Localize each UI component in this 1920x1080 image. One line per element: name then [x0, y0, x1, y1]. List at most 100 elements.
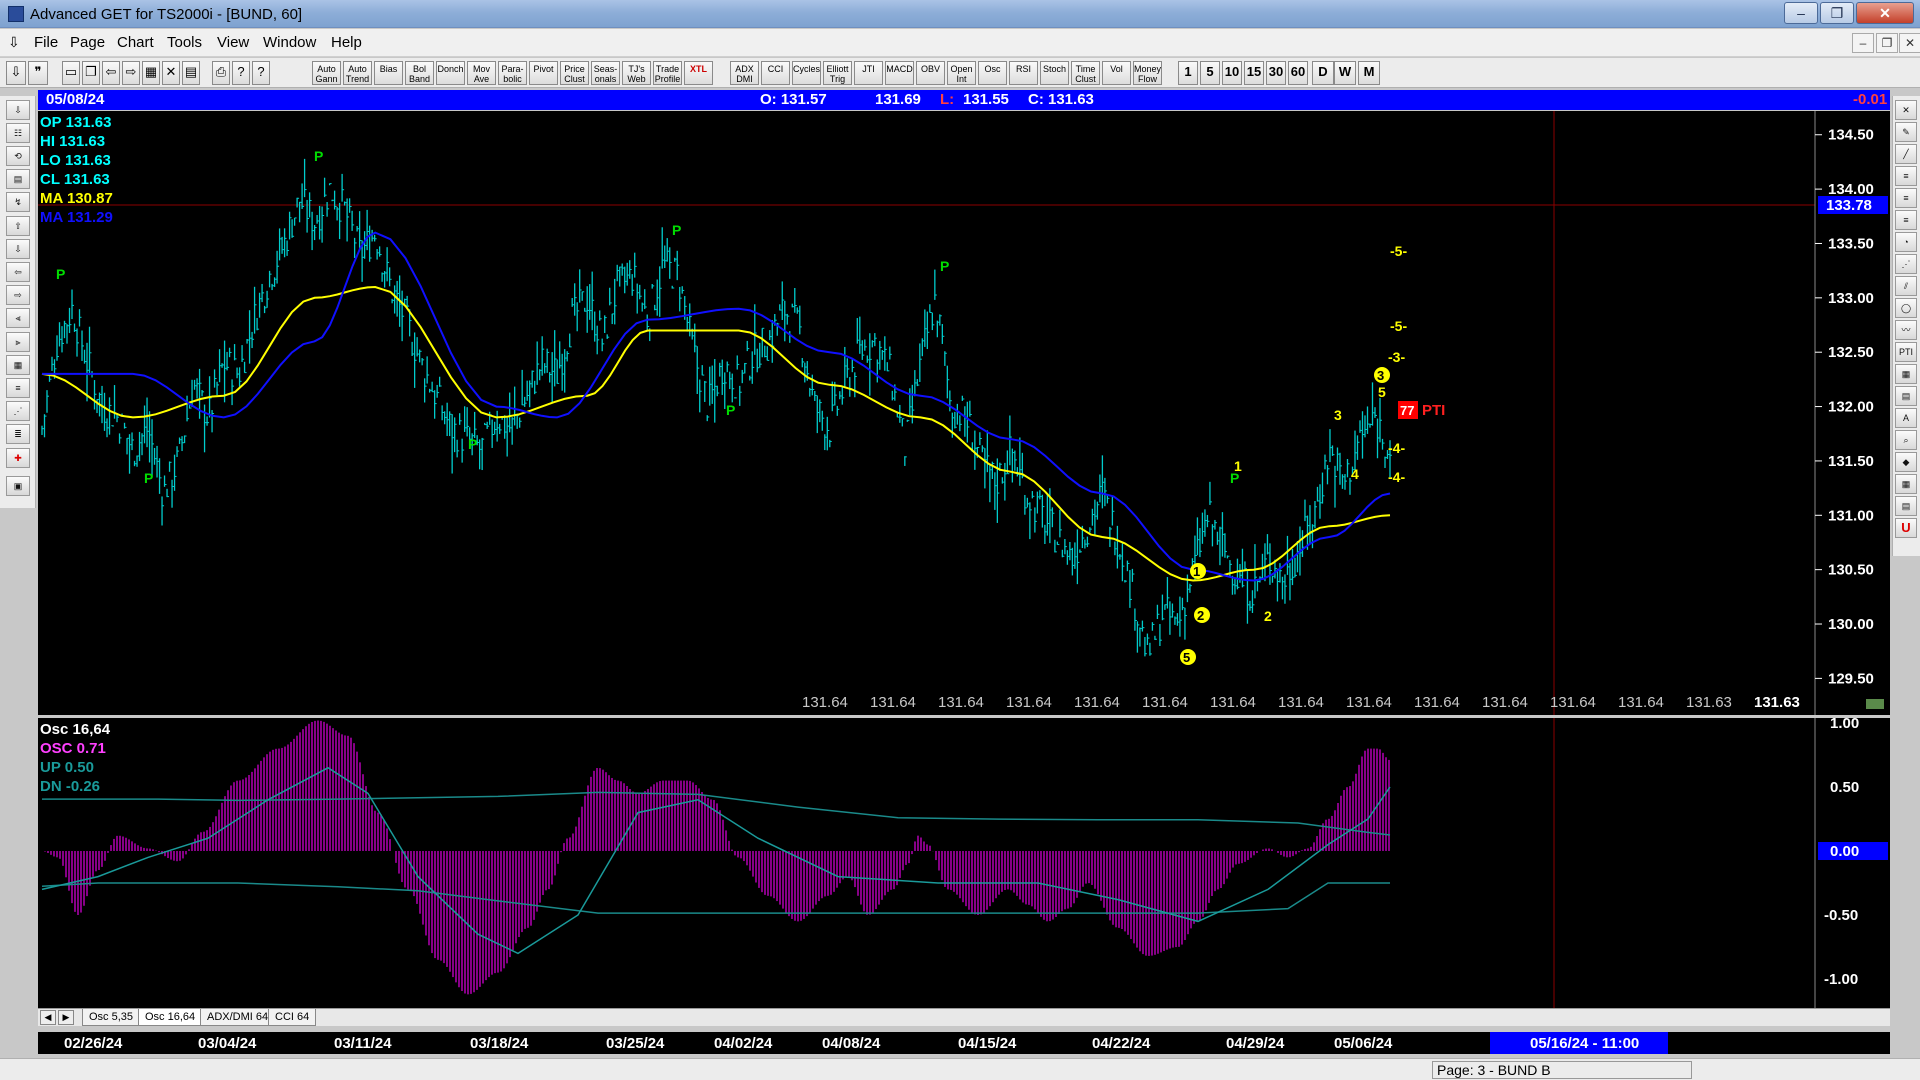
price-chart[interactable]: 134.50 134.00 133.50 133.00 132.50 132.00 131.… [38, 111, 1890, 715]
study-button[interactable]: MACD [885, 61, 914, 85]
mdi-close-button[interactable]: ✕ [1899, 33, 1920, 53]
study-button[interactable]: Open Int [947, 61, 976, 85]
fan-icon[interactable]: ⋰ [1895, 254, 1917, 274]
menu-help[interactable]: Help [331, 34, 362, 51]
tab-osc-5-35[interactable]: Osc 5,35 [82, 1009, 141, 1026]
text-icon[interactable]: A [1895, 408, 1917, 428]
fib-ext-icon[interactable]: ≡ [1895, 188, 1917, 208]
study-button[interactable]: Pivot [529, 61, 558, 85]
oscillator-panel[interactable]: 1.00 0.50 0.00 -0.50 -1.00 Osc 16,64 OSC 0.7… [38, 715, 1890, 1008]
quote-icon[interactable]: ❞ [28, 61, 48, 85]
elliott-icon[interactable]: ↯ [6, 192, 30, 212]
tab-next-icon[interactable]: ▶ [58, 1010, 74, 1025]
print-icon[interactable]: ⎙ [212, 61, 230, 85]
fib-time-icon[interactable]: ≡ [1895, 210, 1917, 230]
calendar-icon[interactable]: ▦ [1895, 474, 1917, 494]
tab-osc-16-64[interactable]: Osc 16,64 [138, 1009, 203, 1026]
magnet-icon[interactable]: U [1895, 518, 1917, 538]
study-button[interactable]: CCI [761, 61, 790, 85]
study-button[interactable]: Auto Trend [343, 61, 372, 85]
timeframe-button[interactable]: D [1312, 61, 1334, 85]
circle-icon[interactable]: ◔ [1895, 232, 1917, 252]
page-icon[interactable]: ⇩ [6, 100, 30, 120]
forward-icon[interactable]: ⇨ [122, 61, 140, 85]
new-page-icon[interactable]: ▭ [62, 61, 80, 85]
tile-icon[interactable]: ▦ [142, 61, 160, 85]
lines-icon[interactable]: ≡ [6, 378, 30, 398]
study-button[interactable]: Time Clust [1071, 61, 1100, 85]
compress-icon[interactable]: ⫷ [6, 308, 30, 328]
menu-tools[interactable]: Tools [167, 34, 202, 51]
study-button[interactable]: Elliott Trig [823, 61, 852, 85]
close-button[interactable]: ✕ [1856, 2, 1914, 24]
study-button[interactable]: Money Flow [1133, 61, 1162, 85]
ellipse-icon[interactable]: ◯ [1895, 298, 1917, 318]
study-button[interactable]: Cycles [792, 61, 821, 85]
study-button[interactable]: Trade Profile [653, 61, 682, 85]
timeframe-button[interactable]: 60 [1288, 61, 1308, 85]
delete-icon[interactable]: ✕ [162, 61, 180, 85]
study-button[interactable]: Bias [374, 61, 403, 85]
gann-icon[interactable]: ☷ [6, 123, 30, 143]
menu-file[interactable]: File [34, 34, 58, 51]
close-tool-icon[interactable]: ✕ [1895, 100, 1917, 120]
maximize-button[interactable]: ❐ [1820, 2, 1854, 24]
line-tool-icon[interactable]: ╱ [1895, 144, 1917, 164]
paint-icon[interactable]: ◆ [1895, 452, 1917, 472]
study-button[interactable]: Mov Ave [467, 61, 496, 85]
mdi-minimize-button[interactable]: – [1852, 33, 1874, 53]
timeframe-button[interactable]: 30 [1266, 61, 1286, 85]
study-button[interactable]: Donch [436, 61, 465, 85]
left-arrow-icon[interactable]: ⇦ [6, 262, 30, 282]
tab-cci-64[interactable]: CCI 64 [268, 1009, 317, 1026]
timeframe-button[interactable]: 10 [1222, 61, 1242, 85]
up-arrow-icon[interactable]: ⇧ [6, 216, 30, 236]
timeframe-button[interactable]: W [1334, 61, 1356, 85]
study-button[interactable]: TJ's Web [622, 61, 651, 85]
study-button[interactable]: XTL [684, 61, 713, 85]
regression-icon[interactable]: 〰 [1895, 320, 1917, 340]
copy-icon[interactable]: ❐ [82, 61, 100, 85]
menu-chart[interactable]: Chart [117, 34, 154, 51]
study-button[interactable]: Para-bolic [498, 61, 527, 85]
oscillator-svg[interactable]: 1.00 0.50 0.00 -0.50 -1.00 Osc 16,64 OSC 0.7… [38, 715, 1890, 1008]
menu-view[interactable]: View [217, 34, 249, 51]
gann-fan-icon[interactable]: ⋰ [6, 401, 30, 421]
down-arrow-icon[interactable]: ⇩ [6, 239, 30, 259]
study-button[interactable]: Auto Gann [312, 61, 341, 85]
mdi-restore-button[interactable]: ❐ [1876, 33, 1898, 53]
study-icon[interactable]: ▤ [6, 169, 30, 189]
study-button[interactable]: Bol Band [405, 61, 434, 85]
help-icon[interactable]: ? [232, 61, 250, 85]
reset-icon[interactable]: ⟲ [6, 146, 30, 166]
tab-adx-dmi-64[interactable]: ADX/DMI 64 [200, 1009, 276, 1026]
back-icon[interactable]: ⇦ [102, 61, 120, 85]
study-button[interactable]: RSI [1009, 61, 1038, 85]
zoom-icon[interactable]: ⌕ [1895, 430, 1917, 450]
cursor-icon[interactable]: ⇩ [6, 61, 26, 85]
study-button[interactable]: Osc [978, 61, 1007, 85]
study-button[interactable]: Price Clust [560, 61, 589, 85]
study-button[interactable]: JTI [854, 61, 883, 85]
camera-icon[interactable]: ▣ [6, 476, 30, 496]
timeframe-button[interactable]: 5 [1200, 61, 1220, 85]
grid-icon[interactable]: ▦ [6, 355, 30, 375]
price-chart-svg[interactable]: 134.50 134.00 133.50 133.00 132.50 132.00 131.… [38, 111, 1890, 715]
right-arrow-icon[interactable]: ⇨ [6, 285, 30, 305]
doc-icon[interactable]: ⇩ [8, 34, 20, 51]
expand-icon[interactable]: ⫸ [6, 332, 30, 352]
pti-icon[interactable]: PTI [1895, 342, 1917, 362]
grid-icon[interactable]: ▤ [182, 61, 200, 85]
minimize-button[interactable]: – [1784, 2, 1818, 24]
study-button[interactable]: Vol [1102, 61, 1131, 85]
grid-tool-icon[interactable]: ▦ [1895, 364, 1917, 384]
fib-icon[interactable]: ≣ [6, 424, 30, 444]
timeframe-button[interactable]: M [1358, 61, 1380, 85]
menu-window[interactable]: Window [263, 34, 316, 51]
study-button[interactable]: Stoch [1040, 61, 1069, 85]
scroll-icon[interactable] [1866, 699, 1884, 709]
study-button[interactable]: Seas-onals [591, 61, 620, 85]
pencil-icon[interactable]: ✎ [1895, 122, 1917, 142]
study-button[interactable]: OBV [916, 61, 945, 85]
channel-icon[interactable]: ⫽ [1895, 276, 1917, 296]
